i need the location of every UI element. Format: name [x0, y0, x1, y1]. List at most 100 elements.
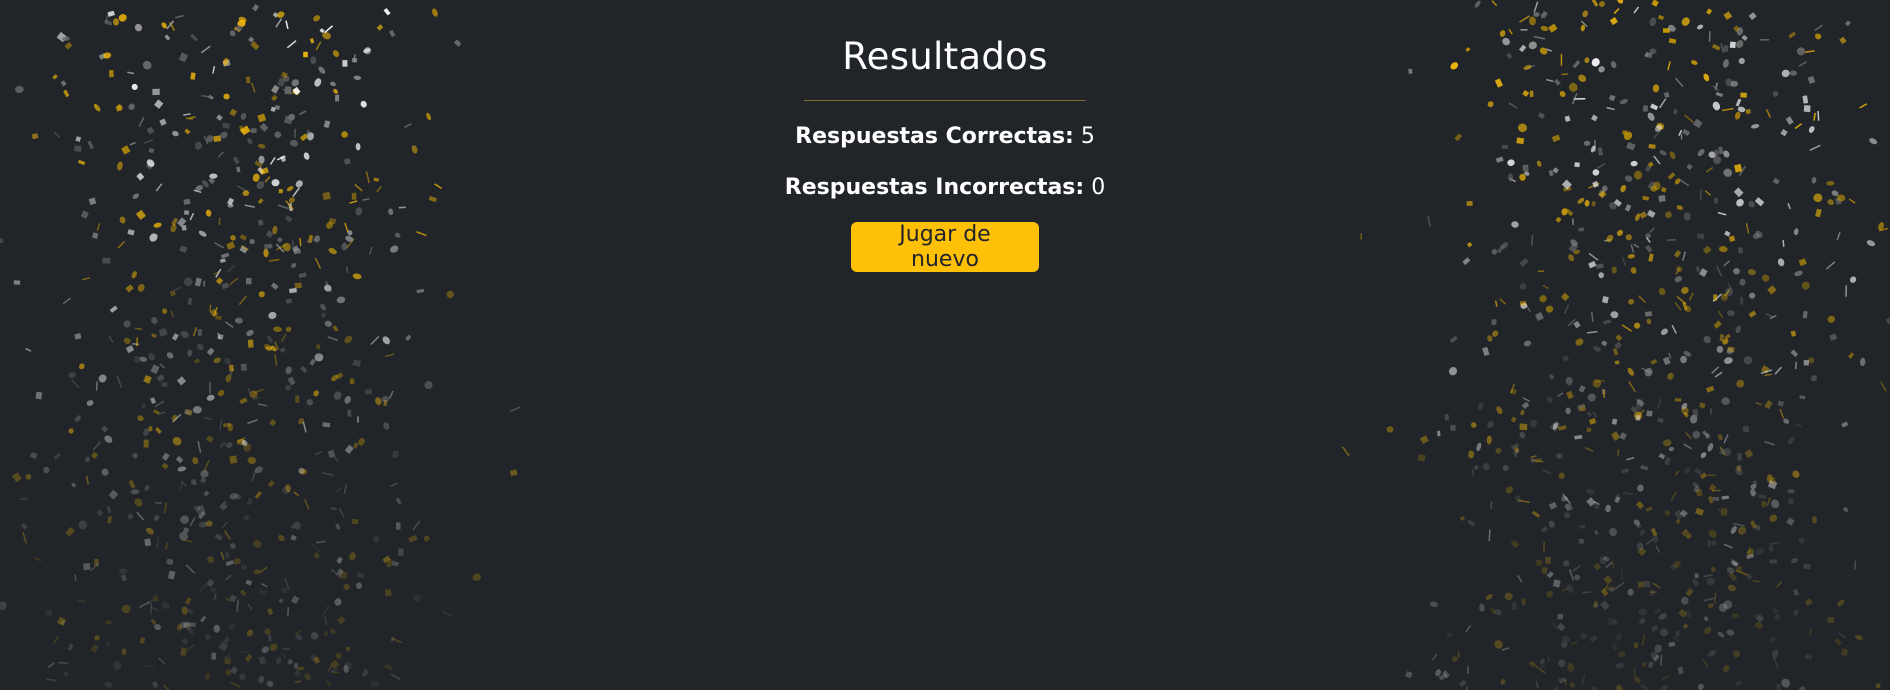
confetti-piece: [251, 470, 257, 482]
confetti-piece: [294, 629, 301, 636]
confetti-piece: [253, 388, 264, 394]
confetti-piece: [104, 435, 113, 443]
confetti-piece: [219, 500, 227, 508]
confetti-piece: [336, 616, 346, 625]
confetti-piece: [330, 507, 337, 511]
confetti-piece: [193, 406, 202, 414]
confetti-piece: [105, 641, 110, 647]
confetti-piece: [1656, 398, 1662, 410]
confetti-piece: [196, 343, 204, 351]
confetti-piece: [1479, 603, 1485, 612]
confetti-piece: [1633, 666, 1636, 679]
confetti-piece: [1619, 432, 1628, 440]
confetti-piece: [1681, 528, 1690, 537]
confetti-piece: [1731, 561, 1738, 567]
confetti-piece: [298, 272, 307, 279]
confetti-piece: [383, 422, 390, 430]
confetti-piece: [198, 511, 206, 520]
confetti-piece: [392, 450, 399, 459]
confetti-piece: [98, 374, 107, 383]
confetti-piece: [1588, 418, 1597, 425]
confetti-piece: [1723, 600, 1733, 609]
confetti-piece: [187, 349, 193, 357]
confetti-piece: [222, 422, 231, 428]
confetti-piece: [1539, 295, 1547, 303]
confetti-piece: [1590, 311, 1594, 323]
confetti-piece: [180, 647, 187, 656]
confetti-piece: [1592, 411, 1598, 418]
confetti-piece: [1668, 352, 1672, 359]
confetti-piece: [1730, 559, 1740, 567]
confetti-piece: [1706, 577, 1715, 586]
confetti-piece: [239, 673, 246, 681]
confetti-piece: [1790, 330, 1797, 337]
confetti-piece: [121, 604, 131, 614]
confetti-piece: [1658, 453, 1666, 460]
confetti-piece: [1727, 282, 1733, 291]
confetti-piece: [1724, 289, 1731, 297]
confetti-piece: [68, 428, 74, 434]
confetti-piece: [230, 666, 239, 675]
confetti-piece: [1548, 373, 1555, 380]
confetti-piece: [1645, 537, 1655, 546]
confetti-piece: [1476, 442, 1482, 452]
confetti-piece: [236, 599, 239, 612]
confetti-piece: [375, 397, 382, 406]
confetti-piece: [187, 627, 194, 635]
confetti-piece: [101, 425, 109, 433]
confetti-piece: [1635, 522, 1642, 530]
confetti-piece: [1505, 486, 1513, 494]
confetti-piece: [1636, 398, 1643, 403]
confetti-piece: [1535, 665, 1546, 674]
confetti-piece: [1676, 518, 1681, 524]
confetti-piece: [1496, 406, 1503, 415]
confetti-piece: [1459, 516, 1466, 522]
confetti-piece: [83, 563, 91, 571]
confetti-piece: [1614, 581, 1625, 591]
confetti-piece: [1713, 294, 1718, 301]
confetti-piece: [71, 482, 77, 488]
confetti-piece: [1751, 491, 1758, 499]
confetti-piece: [13, 280, 21, 285]
confetti-piece: [1834, 637, 1842, 646]
confetti-piece: [223, 636, 230, 645]
confetti-piece: [156, 536, 160, 549]
confetti-piece: [1615, 662, 1624, 669]
confetti-piece: [349, 378, 355, 385]
confetti-piece: [1584, 446, 1594, 453]
confetti-piece: [1787, 489, 1795, 494]
confetti-piece: [185, 408, 193, 416]
confetti-piece: [141, 403, 146, 409]
confetti-piece: [1450, 424, 1456, 431]
confetti-piece: [96, 509, 104, 517]
confetti-piece: [1783, 418, 1790, 424]
confetti-piece: [163, 502, 168, 514]
confetti-piece: [249, 390, 258, 399]
confetti-piece: [194, 277, 202, 287]
confetti-piece: [150, 364, 160, 374]
confetti-piece: [22, 531, 27, 544]
confetti-piece: [179, 621, 187, 629]
confetti-piece: [338, 507, 345, 518]
confetti-piece: [64, 671, 69, 677]
play-again-button[interactable]: Jugar de nuevo: [851, 222, 1039, 272]
confetti-piece: [1517, 574, 1523, 583]
confetti-piece: [149, 602, 153, 615]
confetti-piece: [224, 321, 234, 328]
confetti-piece: [192, 326, 198, 337]
confetti-piece: [1630, 406, 1638, 415]
confetti-piece: [121, 648, 127, 656]
confetti-piece: [1685, 431, 1692, 440]
confetti-piece: [1731, 613, 1739, 619]
confetti-piece: [25, 347, 32, 352]
confetti-piece: [389, 636, 396, 642]
confetti-piece: [1854, 560, 1857, 570]
confetti-piece: [1552, 579, 1561, 588]
confetti-piece: [113, 661, 122, 670]
confetti-piece: [1772, 608, 1778, 614]
confetti-piece: [1709, 408, 1712, 415]
confetti-piece: [215, 315, 223, 321]
confetti-piece: [246, 629, 254, 637]
confetti-piece: [1722, 338, 1729, 345]
confetti-piece: [1733, 522, 1745, 527]
